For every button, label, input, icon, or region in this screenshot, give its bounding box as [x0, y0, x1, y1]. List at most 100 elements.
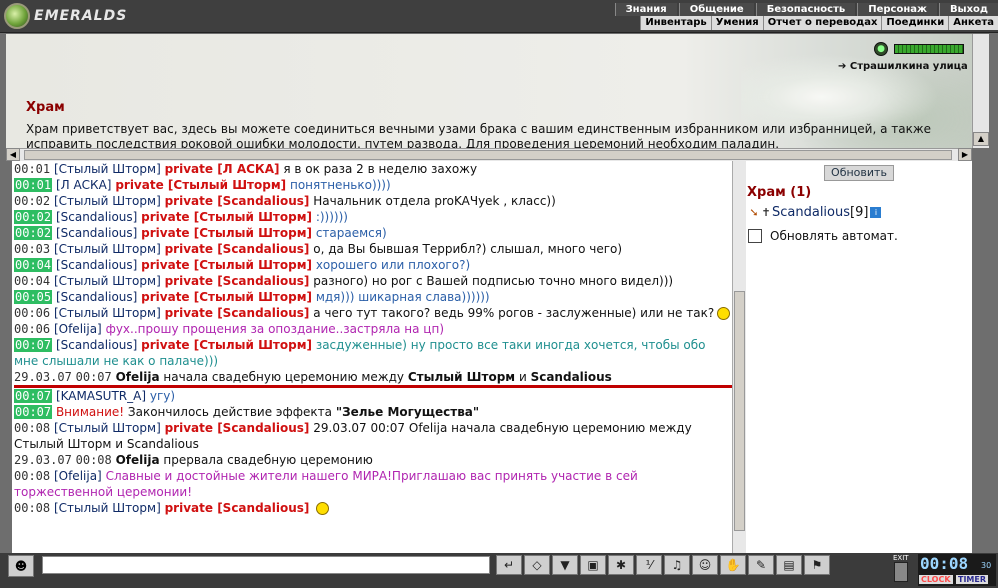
menu-item-communication[interactable]: Общение [678, 3, 754, 16]
chat-timestamp[interactable]: 00:08 [14, 501, 50, 515]
smile-menu-icon[interactable]: ☻ [8, 555, 34, 577]
menu-item-exit[interactable]: Выход [938, 3, 998, 16]
chat-line: 00:02 [Scandalious] private [Стылый Штор… [14, 209, 732, 225]
private-target[interactable]: private [Scandalious] [165, 306, 310, 320]
location-link[interactable]: ➔ Страшилкина улица [838, 61, 968, 72]
private-target[interactable]: private [Scandalious] [165, 194, 310, 208]
chat-timestamp[interactable]: 00:07 [14, 389, 53, 403]
chat-nick[interactable]: [Scandalious] [56, 338, 137, 352]
private-icon[interactable]: ⅟ [636, 555, 662, 575]
horizontal-scroll-thumb[interactable] [24, 150, 952, 160]
chat-nick[interactable]: [Scandalious] [56, 210, 137, 224]
hand-icon[interactable]: ✋ [720, 555, 746, 575]
chat-nick[interactable]: [Стылый Шторм] [54, 162, 161, 176]
chat-timestamp[interactable]: 00:02 [14, 194, 50, 208]
chat-timestamp[interactable]: 00:04 [14, 274, 50, 288]
user-name[interactable]: Scandalious [772, 205, 850, 220]
ceremony-who[interactable]: Ofelija [116, 370, 160, 384]
private-target[interactable]: private [Стылый Шторм] [141, 258, 312, 272]
chat-nick[interactable]: [Стылый Шторм] [54, 421, 161, 435]
private-arrow-icon[interactable]: ➘ [748, 206, 760, 219]
ceremony-time: 00:07 [75, 370, 112, 384]
chat-input[interactable] [42, 556, 490, 574]
filter-icon[interactable]: ▼ [552, 555, 578, 575]
chat-timestamp[interactable]: 00:08 [14, 421, 50, 435]
chat-timestamp[interactable]: 00:03 [14, 242, 50, 256]
private-target[interactable]: private [Стылый Шторм] [141, 338, 312, 352]
chat-nick[interactable]: [Scandalious] [56, 290, 137, 304]
chat-nick[interactable]: [Стылый Шторм] [54, 306, 161, 320]
auto-refresh-checkbox[interactable] [748, 229, 762, 243]
chat-scrollbar[interactable] [732, 161, 746, 553]
chat-timestamp[interactable]: 00:06 [14, 322, 50, 336]
menu-item-knowledge[interactable]: Знания [614, 3, 677, 16]
walk-icon[interactable]: ✱ [608, 555, 634, 575]
submenu-item-skills[interactable]: Умения [710, 16, 763, 30]
chat-nick[interactable]: [KAMASUTR_A] [56, 389, 146, 403]
chat-message: хорошего или плохого?) [315, 258, 471, 272]
submenu-item-inventory[interactable]: Инвентарь [640, 16, 710, 30]
private-target[interactable]: private [Scandalious] [165, 274, 310, 288]
flag-icon[interactable]: ⚑ [804, 555, 830, 575]
chat-timestamp[interactable]: 00:07 [14, 405, 53, 419]
logo-text: EMERALDS [34, 8, 128, 24]
menu-item-character[interactable]: Персонаж [857, 3, 937, 16]
chat-timestamp[interactable]: 00:02 [14, 210, 53, 224]
chat-nick[interactable]: [Стылый Шторм] [54, 274, 161, 288]
chat-nick[interactable]: [Стылый Шторм] [54, 194, 161, 208]
smiley-icon[interactable]: ☺ [692, 555, 718, 575]
private-target[interactable]: private [Стылый Шторм] [141, 210, 312, 224]
chat-nick[interactable]: [Scandalious] [56, 258, 137, 272]
refresh-button[interactable]: Обновить [824, 165, 894, 181]
submenu-item-profile[interactable]: Анкета [948, 16, 998, 30]
online-panel: Обновить Храм (1) ➘ ✝ Scandalious [9] i … [746, 161, 972, 553]
chat-timestamp[interactable]: 00:04 [14, 258, 53, 272]
scroll-right-icon[interactable]: ▶ [958, 148, 972, 161]
save-icon[interactable]: ▣ [580, 555, 606, 575]
chat-scroll-thumb[interactable] [734, 291, 745, 531]
private-target[interactable]: private [Стылый Шторм] [141, 226, 312, 240]
chat-nick[interactable]: [Ofelija] [54, 322, 102, 336]
chat-timestamp[interactable]: 00:01 [14, 178, 53, 192]
private-target[interactable]: private [Л АСКА] [165, 162, 280, 176]
location-scrollbar[interactable]: ▲ [972, 34, 989, 148]
clock-button[interactable]: CLOCK [919, 575, 953, 584]
scroll-icon[interactable]: ✎ [748, 555, 774, 575]
scroll-up-icon[interactable]: ▲ [973, 132, 989, 146]
chat-timestamp[interactable]: 00:08 [14, 469, 50, 483]
chat-nick[interactable]: [Л АСКА] [56, 178, 112, 192]
private-target[interactable]: private [Scandalious] [165, 501, 310, 515]
chat-timestamp[interactable]: 00:02 [14, 226, 53, 240]
chat-timestamp[interactable]: 00:05 [14, 290, 53, 304]
private-target[interactable]: private [Scandalious] [165, 242, 310, 256]
private-target[interactable]: private [Scandalious] [165, 421, 310, 435]
chat-line: 00:01 [Стылый Шторм] private [Л АСКА] я … [14, 161, 732, 177]
user-info-icon[interactable]: i [870, 207, 882, 218]
menu-item-security[interactable]: Безопасность [755, 3, 856, 16]
chat-timestamp[interactable]: 00:01 [14, 162, 50, 176]
location-horizontal-scrollbar[interactable]: ◀ ▶ [6, 148, 972, 161]
chat-log: 00:01 [Стылый Шторм] private [Л АСКА] я … [12, 161, 732, 553]
chat-timestamp[interactable]: 00:06 [14, 306, 50, 320]
scroll-left-icon[interactable]: ◀ [6, 148, 20, 161]
private-target[interactable]: private [Стылый Шторм] [115, 178, 286, 192]
online-user[interactable]: ➘ ✝ Scandalious [9] i [748, 205, 882, 220]
timer-button[interactable]: TIMER [956, 575, 989, 584]
chat-timestamp[interactable]: 00:07 [14, 338, 53, 352]
exit-icon[interactable] [894, 562, 908, 582]
clear-icon[interactable]: ◇ [524, 555, 550, 575]
submenu-item-duels[interactable]: Поединки [881, 16, 948, 30]
send-icon[interactable]: ↵ [496, 555, 522, 575]
submenu-item-transfers-report[interactable]: Отчет о переводах [762, 16, 882, 30]
music-icon[interactable]: ♫ [664, 555, 690, 575]
lock-icon[interactable]: ▤ [776, 555, 802, 575]
ceremony-partner-2[interactable]: Scandalious [531, 370, 612, 384]
chat-nick[interactable]: [Ofelija] [54, 469, 102, 483]
chat-nick[interactable]: [Scandalious] [56, 226, 137, 240]
private-target[interactable]: private [Стылый Шторм] [141, 290, 312, 304]
chat-nick[interactable]: [Стылый Шторм] [54, 242, 161, 256]
ceremony-partner-1[interactable]: Стылый Шторм [408, 370, 515, 384]
interrupt-who[interactable]: Ofelija [116, 453, 160, 467]
chat-line: 00:01 [Л АСКА] private [Стылый Шторм] по… [14, 177, 732, 193]
chat-nick[interactable]: [Стылый Шторм] [54, 501, 161, 515]
